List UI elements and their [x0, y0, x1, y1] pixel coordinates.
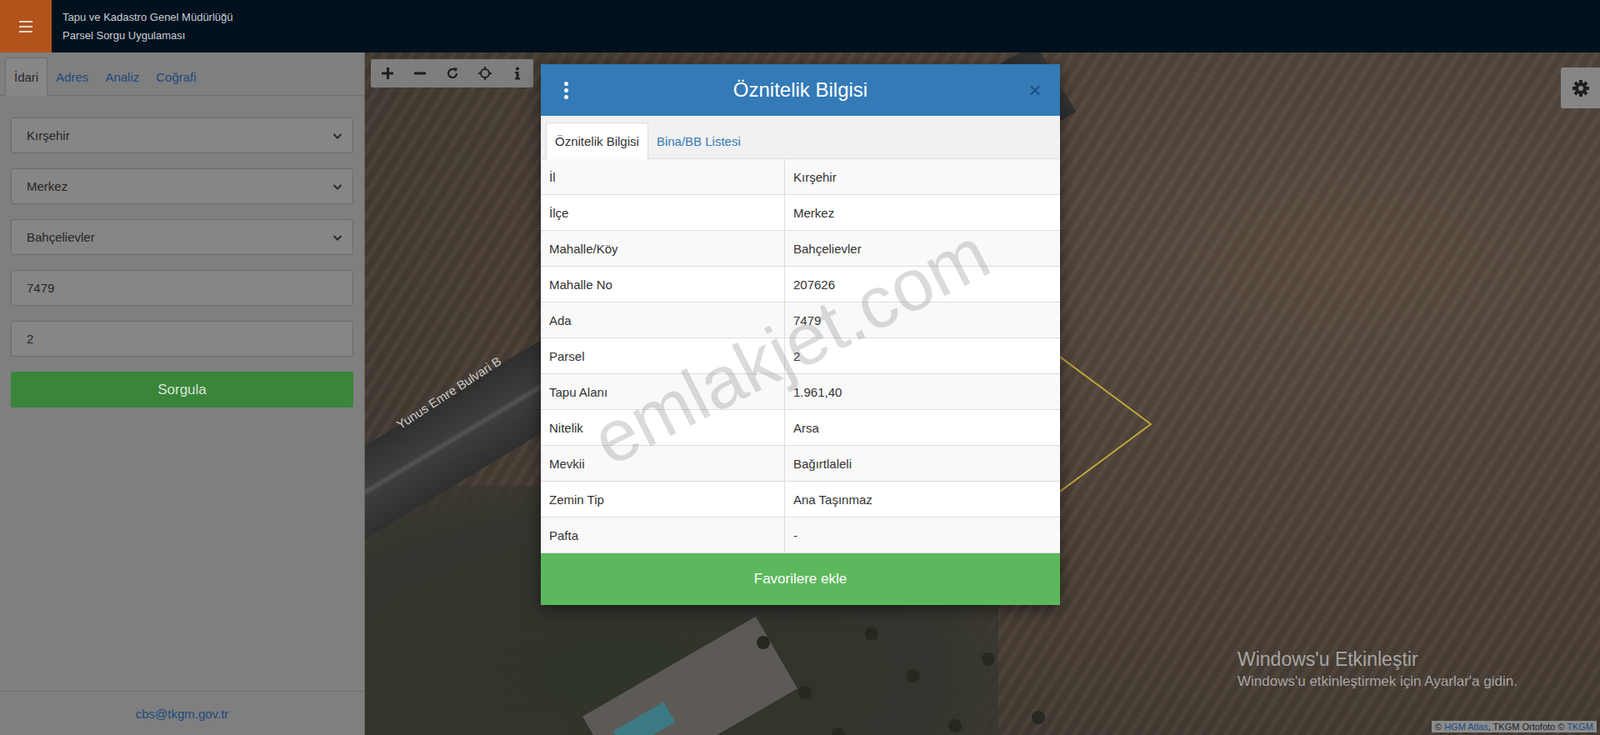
title-line: Parsel Sorgu Uygulaması [62, 26, 234, 45]
kebab-menu-icon[interactable] [540, 81, 591, 100]
top-bar: Tapu ve Kadastro Genel MüdürlüğüParsel S… [0, 0, 1600, 53]
attribute-row: Mahalle No207626 [540, 266, 1060, 303]
map-attribution: © HGM Atlas, TKGM Ortofoto © TKGM [1431, 720, 1597, 733]
map-tree [756, 635, 770, 650]
attribute-row: Mahalle/KöyBahçelievler [540, 230, 1060, 267]
text-field[interactable]: 7479 [10, 270, 354, 306]
info-icon[interactable] [500, 59, 534, 88]
activation-title: Windows'u Etkinleştir [1237, 646, 1518, 672]
settings-button[interactable] [1560, 67, 1600, 109]
map-tree [906, 669, 920, 683]
field-value: Bahçelievler [26, 230, 95, 245]
select-field[interactable]: Kırşehir [10, 117, 354, 154]
attribute-label: Mahalle/Köy [540, 230, 785, 266]
attribution-text: © [1435, 721, 1445, 732]
attribution-text: , TKGM Ortofoto © [1488, 721, 1568, 732]
attribute-row: Parsel2 [540, 338, 1060, 375]
attribute-label: İlçe [540, 195, 785, 230]
attribute-row: Tapu Alanı1.961,40 [540, 374, 1060, 410]
attribute-label: Tapu Alanı [540, 374, 785, 410]
modal-header: Öznitelik Bilgisi× [540, 64, 1060, 116]
chevron-icon [332, 232, 343, 243]
zoom-out-icon[interactable] [403, 59, 436, 88]
attribute-row: İlçeMerkez [540, 195, 1060, 231]
map-tree [981, 652, 995, 666]
attribute-value: 207626 [785, 266, 1060, 302]
field-value: 2 [26, 331, 34, 346]
gear-icon [1571, 79, 1590, 98]
attribute-table: İlKırşehirİlçeMerkezMahalle/KöyBahçeliev… [540, 159, 1060, 554]
attribute-row: Ada7479 [540, 302, 1060, 339]
attribute-value: Arsa [785, 410, 1060, 445]
sidebar-tab[interactable]: Analiz [96, 57, 148, 96]
app-title: Tapu ve Kadastro Genel MüdürlüğüParsel S… [51, 0, 234, 53]
attribute-value: 2 [785, 338, 1060, 374]
text-field[interactable]: 2 [10, 320, 354, 357]
attribute-label: Ada [540, 302, 785, 338]
map-tree [1031, 710, 1045, 725]
activation-notice: Windows'u EtkinleştirWindows'u etkinleşt… [1237, 646, 1518, 692]
sidebar-tab[interactable]: İdari [5, 57, 48, 96]
field-value: Kırşehir [26, 128, 70, 143]
chevron-icon [332, 181, 343, 192]
select-field[interactable]: Bahçelievler [10, 219, 354, 255]
query-button[interactable]: Sorgula [10, 371, 354, 408]
chevron-icon [332, 130, 343, 141]
attribute-label: Nitelik [540, 410, 785, 445]
sidebar-tabs: İdariAdresAnalizCoğrafi [0, 52, 365, 96]
attribute-label: İl [540, 159, 785, 195]
map-toolbar [370, 59, 534, 88]
attribute-row: Zemin TipAna Taşınmaz [540, 481, 1060, 518]
field-value: Merkez [26, 179, 68, 194]
attribute-value: 1.961,40 [785, 374, 1060, 410]
attribute-label: Mevkii [540, 445, 785, 481]
attribute-row: NitelikArsa [540, 410, 1060, 446]
modal-tab[interactable]: Öznitelik Bilgisi [545, 122, 649, 160]
attribute-row: İlKırşehir [540, 159, 1060, 195]
attribute-label: Mahalle No [540, 266, 785, 302]
modal-title: Öznitelik Bilgisi [590, 78, 1010, 102]
menu-icon[interactable] [0, 0, 52, 53]
zoom-in-icon[interactable] [370, 59, 404, 88]
modal-tabs: Öznitelik BilgisiBina/BB Listesi [540, 115, 1060, 160]
map-tree [831, 727, 845, 735]
title-line: Tapu ve Kadastro Genel Müdürlüğü [62, 8, 234, 27]
attribute-value: 7479 [785, 302, 1060, 338]
attribute-label: Pafta [540, 517, 785, 553]
contact-email[interactable]: cbs@tkgm.gov.tr [0, 690, 365, 735]
attribute-value: Bağırtlaleli [785, 445, 1060, 481]
close-button[interactable]: × [1010, 77, 1060, 104]
refresh-icon[interactable] [435, 59, 469, 88]
map-tree [865, 627, 879, 641]
watermark: emlakjet.com [579, 210, 1003, 483]
attribution-link[interactable]: HGM Atlas [1444, 721, 1489, 732]
map-tree [798, 685, 812, 700]
sidebar-tab[interactable]: Adres [47, 57, 97, 96]
attribute-modal: Öznitelik Bilgisi×Öznitelik BilgisiBina/… [540, 64, 1060, 605]
add-favorite-button[interactable]: Favorilere ekle [540, 553, 1060, 605]
sidebar-tab[interactable]: Coğrafi [147, 57, 205, 96]
attribute-row: Pafta- [540, 517, 1060, 554]
attribute-value: - [785, 517, 1060, 553]
attribution-link[interactable]: TKGM [1566, 721, 1594, 732]
attribute-value: Bahçelievler [785, 230, 1060, 266]
query-form: Kırşehir Merkez Bahçelievler 7479 2 Sorgula [0, 95, 365, 408]
attribute-row: MevkiiBağırtlaleli [540, 445, 1060, 482]
select-field[interactable]: Merkez [10, 168, 354, 205]
sidebar: İdariAdresAnalizCoğrafi Kırşehir Merkez Bah… [0, 52, 365, 735]
attribute-value: Merkez [785, 195, 1060, 230]
attribute-value: Kırşehir [785, 159, 1060, 195]
attribute-label: Parsel [540, 338, 785, 374]
attribute-label: Zemin Tip [540, 481, 785, 517]
locate-icon[interactable] [468, 59, 501, 88]
activation-subtitle: Windows'u etkinleştirmek için Ayarlar'a … [1237, 671, 1518, 692]
modal-tab[interactable]: Bina/BB Listesi [648, 122, 750, 160]
field-value: 7479 [26, 280, 55, 295]
map-tree [948, 719, 962, 733]
attribute-value: Ana Taşınmaz [785, 481, 1060, 517]
